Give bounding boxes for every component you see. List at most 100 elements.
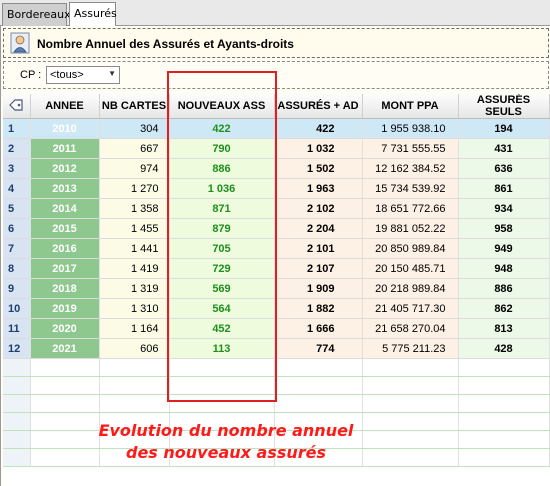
cell-seuls[interactable]: 431 (458, 138, 550, 159)
cell-seuls[interactable]: 813 (458, 318, 550, 339)
table-row[interactable]: 11 2020 1 164 452 1 666 21 658 270.04 813 (3, 318, 550, 339)
cell-nouv[interactable]: 564 (169, 298, 275, 319)
cp-select[interactable]: <tous> ▼ (46, 66, 120, 84)
cell-assad[interactable]: 1 882 (274, 298, 363, 319)
cell-annee[interactable]: 2011 (30, 138, 100, 159)
cell-cartes[interactable]: 304 (99, 118, 170, 139)
cell-ppa[interactable]: 20 218 989.84 (362, 278, 459, 299)
table-row[interactable]: 2 2011 667 790 1 032 7 731 555.55 431 (3, 138, 550, 159)
cell-assad[interactable]: 1 032 (274, 138, 363, 159)
tag-icon-header[interactable] (3, 94, 31, 119)
cell-ppa[interactable]: 1 955 938.10 (362, 118, 459, 139)
cell-nouv[interactable]: 1 036 (169, 178, 275, 199)
cell-annee[interactable]: 2020 (30, 318, 100, 339)
cell-nouv[interactable]: 790 (169, 138, 275, 159)
table-row[interactable]: 7 2016 1 441 705 2 101 20 850 989.84 949 (3, 238, 550, 259)
cell-seuls[interactable]: 861 (458, 178, 550, 199)
cell-cartes[interactable]: 1 358 (99, 198, 170, 219)
cell-ppa[interactable]: 5 775 211.23 (362, 338, 459, 359)
cell-cartes[interactable]: 1 441 (99, 238, 170, 259)
cell-cartes[interactable]: 606 (99, 338, 170, 359)
cell-idx[interactable]: 5 (3, 198, 31, 219)
cell-annee[interactable]: 2014 (30, 198, 100, 219)
cell-assad[interactable]: 422 (274, 118, 363, 139)
col-header-nb-cartes[interactable]: NB CARTES (99, 94, 170, 119)
cell-seuls[interactable]: 886 (458, 278, 550, 299)
cell-idx[interactable]: 6 (3, 218, 31, 239)
table-row[interactable]: 8 2017 1 419 729 2 107 20 150 485.71 948 (3, 258, 550, 279)
cell-nouv[interactable]: 879 (169, 218, 275, 239)
cell-seuls[interactable]: 949 (458, 238, 550, 259)
cell-assad[interactable]: 1 963 (274, 178, 363, 199)
cell-nouv[interactable]: 422 (169, 118, 275, 139)
table-row[interactable]: 9 2018 1 319 569 1 909 20 218 989.84 886 (3, 278, 550, 299)
cell-assad[interactable]: 1 909 (274, 278, 363, 299)
cell-seuls[interactable]: 194 (458, 118, 550, 139)
cell-ppa[interactable]: 20 150 485.71 (362, 258, 459, 279)
cell-nouv[interactable]: 871 (169, 198, 275, 219)
cell-annee[interactable]: 2013 (30, 178, 100, 199)
cell-assad[interactable]: 774 (274, 338, 363, 359)
cell-annee[interactable]: 2021 (30, 338, 100, 359)
table-row[interactable]: 10 2019 1 310 564 1 882 21 405 717.30 862 (3, 298, 550, 319)
cell-seuls[interactable]: 636 (458, 158, 550, 179)
cell-seuls[interactable]: 958 (458, 218, 550, 239)
cell-ppa[interactable]: 21 405 717.30 (362, 298, 459, 319)
cell-idx[interactable]: 10 (3, 298, 31, 319)
cell-annee[interactable]: 2018 (30, 278, 100, 299)
cell-idx[interactable]: 2 (3, 138, 31, 159)
cell-seuls[interactable]: 862 (458, 298, 550, 319)
cell-nouv[interactable]: 452 (169, 318, 275, 339)
cell-seuls[interactable]: 948 (458, 258, 550, 279)
cell-assad[interactable]: 1 502 (274, 158, 363, 179)
col-header-mont-ppa[interactable]: MONT PPA (362, 94, 459, 119)
cell-annee[interactable]: 2015 (30, 218, 100, 239)
cell-idx[interactable]: 12 (3, 338, 31, 359)
cell-annee[interactable]: 2019 (30, 298, 100, 319)
cell-annee[interactable]: 2016 (30, 238, 100, 259)
cell-nouv[interactable]: 113 (169, 338, 275, 359)
col-header-assures-ad[interactable]: ASSURÉS + AD (274, 94, 363, 119)
cell-ppa[interactable]: 21 658 270.04 (362, 318, 459, 339)
cell-nouv[interactable]: 729 (169, 258, 275, 279)
cell-cartes[interactable]: 1 270 (99, 178, 170, 199)
cell-idx[interactable]: 11 (3, 318, 31, 339)
table-row[interactable]: 6 2015 1 455 879 2 204 19 881 052.22 958 (3, 218, 550, 239)
col-header-assures-seuls[interactable]: ASSURÉS SEULS (458, 94, 550, 119)
cell-cartes[interactable]: 667 (99, 138, 170, 159)
cell-cartes[interactable]: 974 (99, 158, 170, 179)
cell-cartes[interactable]: 1 164 (99, 318, 170, 339)
cell-assad[interactable]: 2 107 (274, 258, 363, 279)
cell-cartes[interactable]: 1 455 (99, 218, 170, 239)
cell-nouv[interactable]: 569 (169, 278, 275, 299)
cell-ppa[interactable]: 19 881 052.22 (362, 218, 459, 239)
table-row[interactable]: 5 2014 1 358 871 2 102 18 651 772.66 934 (3, 198, 550, 219)
cell-idx[interactable]: 8 (3, 258, 31, 279)
cell-nouv[interactable]: 886 (169, 158, 275, 179)
cell-idx[interactable]: 4 (3, 178, 31, 199)
cell-seuls[interactable]: 934 (458, 198, 550, 219)
col-header-annee[interactable]: ANNEE (30, 94, 100, 119)
cell-seuls[interactable]: 428 (458, 338, 550, 359)
cell-cartes[interactable]: 1 310 (99, 298, 170, 319)
cell-ppa[interactable]: 18 651 772.66 (362, 198, 459, 219)
tab-bordereaux[interactable]: Bordereaux (2, 3, 71, 26)
col-header-nouveaux-ass[interactable]: NOUVEAUX ASS (169, 94, 275, 119)
cell-cartes[interactable]: 1 319 (99, 278, 170, 299)
cell-annee[interactable]: 2017 (30, 258, 100, 279)
cell-idx[interactable]: 1 (3, 118, 31, 139)
cell-idx[interactable]: 3 (3, 158, 31, 179)
table-row[interactable]: 1 2010 304 422 422 1 955 938.10 194 (3, 118, 550, 139)
cell-idx[interactable]: 9 (3, 278, 31, 299)
cell-annee[interactable]: 2010 (30, 118, 100, 139)
cell-ppa[interactable]: 15 734 539.92 (362, 178, 459, 199)
cell-cartes[interactable]: 1 419 (99, 258, 170, 279)
cell-assad[interactable]: 2 102 (274, 198, 363, 219)
cell-idx[interactable]: 7 (3, 238, 31, 259)
table-row[interactable]: 4 2013 1 270 1 036 1 963 15 734 539.92 861 (3, 178, 550, 199)
cell-assad[interactable]: 1 666 (274, 318, 363, 339)
cell-assad[interactable]: 2 204 (274, 218, 363, 239)
cell-annee[interactable]: 2012 (30, 158, 100, 179)
cell-ppa[interactable]: 20 850 989.84 (362, 238, 459, 259)
cell-nouv[interactable]: 705 (169, 238, 275, 259)
